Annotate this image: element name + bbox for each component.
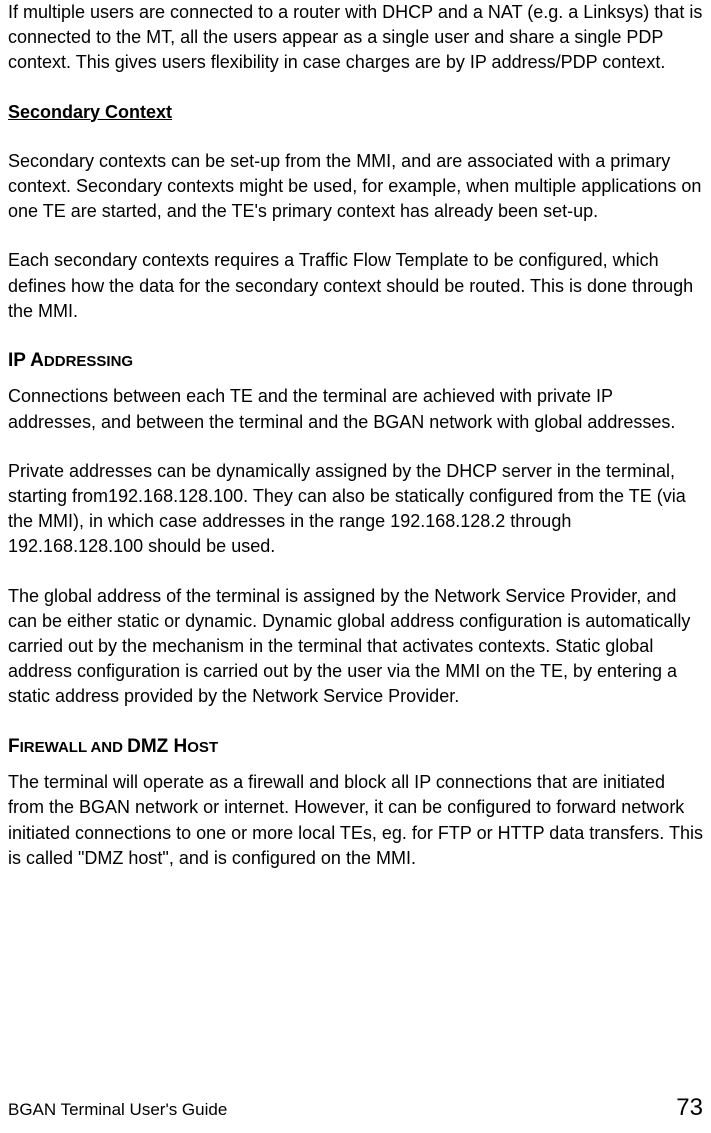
heading-ip-first: IP A <box>8 350 44 371</box>
page-number: 73 <box>676 1091 703 1125</box>
heading-secondary-context: Secondary Context <box>8 100 703 125</box>
paragraph-secondary-2: Each secondary contexts requires a Traff… <box>8 248 703 324</box>
heading-ip-addressing: IP ADDRESSING <box>8 348 703 375</box>
paragraph-ip-3: The global address of the terminal is as… <box>8 584 703 710</box>
paragraph-firewall: The terminal will operate as a firewall … <box>8 770 703 871</box>
paragraph-ip-1: Connections between each TE and the term… <box>8 384 703 434</box>
paragraph-ip-2: Private addresses can be dynamically ass… <box>8 459 703 560</box>
paragraph-secondary-1: Secondary contexts can be set-up from th… <box>8 149 703 225</box>
footer-title: BGAN Terminal User's Guide <box>8 1098 227 1122</box>
heading-firewall-p1a: F <box>8 736 20 757</box>
heading-ip-rest: DDRESSING <box>44 353 133 370</box>
heading-firewall-p2b: OST <box>187 739 218 756</box>
paragraph-intro: If multiple users are connected to a rou… <box>8 0 703 76</box>
heading-firewall-p1b: IREWALL AND <box>20 739 128 756</box>
heading-firewall-p2a: DMZ H <box>127 736 187 757</box>
page-footer: BGAN Terminal User's Guide 73 <box>8 1091 703 1125</box>
heading-firewall-dmz: FIREWALL AND DMZ HOST <box>8 734 703 761</box>
